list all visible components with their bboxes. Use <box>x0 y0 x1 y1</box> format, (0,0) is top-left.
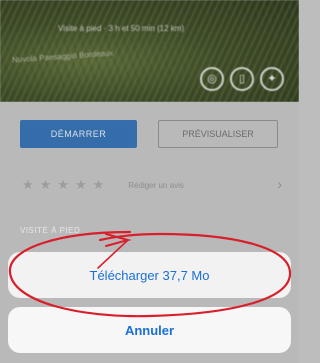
hero-image: Visite à pied · 3 h et 50 min (12 km) Nu… <box>0 0 299 102</box>
download-label: Télécharger 37,7 Mo <box>89 267 210 283</box>
hero-subtitle: Visite à pied · 3 h et 50 min (12 km) <box>58 24 185 33</box>
rating-row[interactable]: ★ ★ ★ ★ ★ Rédiger un avis › <box>22 176 282 194</box>
star-icon[interactable]: ★ <box>40 177 52 193</box>
start-button[interactable]: DÉMARRER <box>20 120 137 148</box>
star-icon[interactable]: ★ <box>75 177 87 193</box>
screen: Visite à pied · 3 h et 50 min (12 km) Nu… <box>0 0 299 363</box>
settings-icon[interactable]: ✦ <box>260 67 284 91</box>
star-icon[interactable]: ★ <box>93 177 105 193</box>
bookmark-icon[interactable]: ▯ <box>230 67 254 91</box>
cancel-label: Annuler <box>124 322 175 338</box>
star-icon[interactable]: ★ <box>22 177 34 193</box>
chevron-right-icon: › <box>277 176 282 192</box>
cancel-button[interactable]: Annuler <box>8 307 291 353</box>
download-button[interactable]: Télécharger 37,7 Mo <box>8 252 291 298</box>
write-review-label: Rédiger un avis <box>128 180 184 190</box>
section-label: VISITÉ À PIED <box>20 226 81 235</box>
preview-button[interactable]: PRÉVISUALISER <box>158 120 278 148</box>
star-icon[interactable]: ★ <box>57 177 69 193</box>
compass-icon[interactable]: ◎ <box>200 67 224 91</box>
grass-texture <box>0 0 299 102</box>
